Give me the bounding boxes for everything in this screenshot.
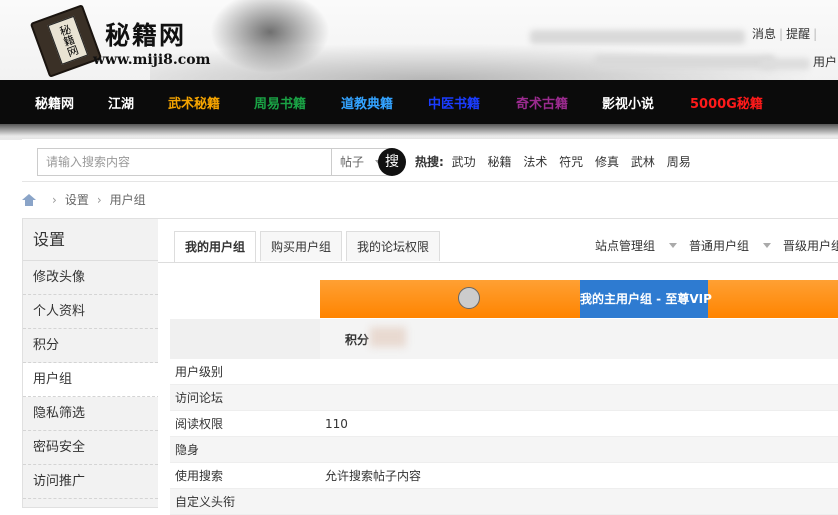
- divider: |: [779, 27, 784, 41]
- group-links: 站点管理组 普通用户组 晋级用户组: [595, 237, 838, 254]
- hot-term[interactable]: 符咒: [559, 155, 583, 169]
- caret-down-icon: [763, 243, 772, 248]
- table-row: 用户级别: [170, 359, 838, 385]
- table-row: 阅读权限 110: [170, 411, 838, 437]
- row-key: 阅读权限: [175, 417, 224, 431]
- breadcrumb-settings[interactable]: 设置: [65, 191, 89, 208]
- hot-term[interactable]: 修真: [595, 155, 619, 169]
- nav-item-5000g[interactable]: 5000G秘籍: [690, 93, 780, 112]
- group-link-upgrade[interactable]: 晋级用户组: [783, 237, 838, 254]
- nav-item-jianghu[interactable]: 江湖: [108, 93, 168, 112]
- sidebar-title: 设置: [23, 219, 158, 261]
- logo-url[interactable]: www.miji8.com: [93, 52, 210, 68]
- table-row: 访问论坛: [170, 385, 838, 411]
- hot-term[interactable]: 秘籍: [487, 155, 511, 169]
- main-usergroup-label: 我的主用户组 - 至尊VIP: [580, 280, 712, 318]
- score-label: 积分: [345, 333, 370, 347]
- nav-item-home[interactable]: 秘籍网: [35, 93, 108, 112]
- row-key: 使用搜索: [175, 469, 224, 483]
- notifications-link[interactable]: 提醒: [786, 27, 810, 41]
- group-link-label: 晋级用户组: [783, 239, 838, 253]
- nav-item-taoist[interactable]: 道教典籍: [341, 93, 428, 112]
- row-key: 访问论坛: [175, 391, 224, 405]
- row-value: 110: [325, 417, 348, 431]
- usergroup-progress-bar: 我的主用户组 - 至尊VIP: [320, 280, 838, 318]
- breadcrumb: › 设置 › 用户组: [22, 191, 146, 208]
- blurred-score: [370, 327, 406, 347]
- caret-down-icon: [669, 243, 678, 248]
- logo-title[interactable]: 秘籍网: [105, 16, 186, 52]
- group-link-normal[interactable]: 普通用户组: [689, 237, 772, 254]
- site-header: 秘籍网 秘籍网 www.miji8.com 消息 | 提醒 | 用户 秘籍网 江湖 武…: [0, 0, 838, 140]
- nav-item-medicine[interactable]: 中医书籍: [428, 93, 516, 112]
- settings-sidebar: 设置 修改头像 个人资料 积分 用户组 隐私筛选 密码安全 访问推广: [22, 218, 160, 508]
- sidebar-item-avatar[interactable]: 修改头像: [23, 261, 158, 295]
- nav-item-martial[interactable]: 武术秘籍: [168, 93, 254, 112]
- group-link-label: 站点管理组: [595, 239, 656, 253]
- messages-link[interactable]: 消息: [752, 27, 776, 41]
- hot-term[interactable]: 武功: [452, 155, 476, 169]
- level-marker: [458, 287, 480, 309]
- logo-book-icon[interactable]: 秘籍网: [29, 4, 103, 78]
- row-key: 隐身: [175, 443, 200, 457]
- blurred-info: [595, 55, 775, 69]
- nav-item-occult[interactable]: 奇术古籍: [516, 93, 602, 112]
- header-label-cell: [170, 319, 320, 359]
- row-key: 用户级别: [175, 365, 224, 379]
- sidebar-item-privacy[interactable]: 隐私筛选: [23, 397, 158, 431]
- nav-item-zhouyi[interactable]: 周易书籍: [254, 93, 341, 112]
- sidebar-item-password[interactable]: 密码安全: [23, 431, 158, 465]
- main-content: 我的用户组 购买用户组 我的论坛权限 站点管理组 普通用户组 晋级用户组 我的主…: [158, 218, 838, 515]
- breadcrumb-usergroup: 用户组: [109, 193, 146, 207]
- sidebar-item-promotion[interactable]: 访问推广: [23, 465, 158, 499]
- hot-search-label: 热搜:: [415, 155, 444, 169]
- user-menu-link[interactable]: 用户: [813, 53, 837, 70]
- blurred-info: [530, 30, 745, 44]
- sidebar-item-profile[interactable]: 个人资料: [23, 295, 158, 329]
- nav-ink-edge: [0, 118, 838, 136]
- hot-term[interactable]: 法术: [523, 155, 547, 169]
- hot-term[interactable]: 周易: [667, 155, 691, 169]
- search-button[interactable]: 搜: [378, 148, 406, 176]
- tab-divider: [158, 262, 838, 263]
- hot-search: 热搜: 武功 秘籍 法术 符咒 修真 武林 周易: [415, 153, 699, 170]
- sidebar-item-credits[interactable]: 积分: [23, 329, 158, 363]
- blurred-info: [760, 58, 810, 70]
- row-value: 允许搜索帖子内容: [325, 469, 422, 483]
- search-type-value: 帖子: [340, 155, 365, 169]
- table-row: 隐身: [170, 437, 838, 463]
- swordsman-silhouette-decoration: [200, 0, 340, 80]
- chevron-right-icon: ›: [96, 192, 102, 207]
- table-row: 自定义头衔: [170, 489, 838, 515]
- sidebar-item-usergroup[interactable]: 用户组: [23, 363, 160, 397]
- group-link-admin[interactable]: 站点管理组: [595, 237, 678, 254]
- divider: |: [813, 27, 818, 41]
- tab-bar: 我的用户组 购买用户组 我的论坛权限: [174, 231, 444, 262]
- logo-book-label: 秘籍网: [47, 15, 89, 65]
- search-input[interactable]: 请输入搜索内容: [37, 148, 332, 176]
- search-bar: 请输入搜索内容 帖子 搜 热搜: 武功 秘籍 法术 符咒 修真 武林 周易: [22, 138, 838, 182]
- usergroup-header-row: 积分: [170, 319, 838, 359]
- chevron-right-icon: ›: [52, 192, 57, 207]
- row-key: 自定义头衔: [175, 495, 236, 509]
- hot-term[interactable]: 武林: [631, 155, 655, 169]
- user-links: 消息 | 提醒 |: [752, 25, 820, 42]
- tab-my-usergroup[interactable]: 我的用户组: [174, 231, 257, 262]
- permission-table: 用户级别 访问论坛 阅读权限 110 隐身 使用搜索 允许搜索帖子内容 自定义头…: [170, 359, 838, 515]
- tab-buy-usergroup[interactable]: 购买用户组: [260, 231, 343, 261]
- nav-item-novels[interactable]: 影视小说: [602, 93, 690, 112]
- tab-forum-permissions[interactable]: 我的论坛权限: [346, 231, 441, 261]
- home-icon[interactable]: [22, 193, 36, 206]
- group-link-label: 普通用户组: [689, 239, 750, 253]
- table-row: 使用搜索 允许搜索帖子内容: [170, 463, 838, 489]
